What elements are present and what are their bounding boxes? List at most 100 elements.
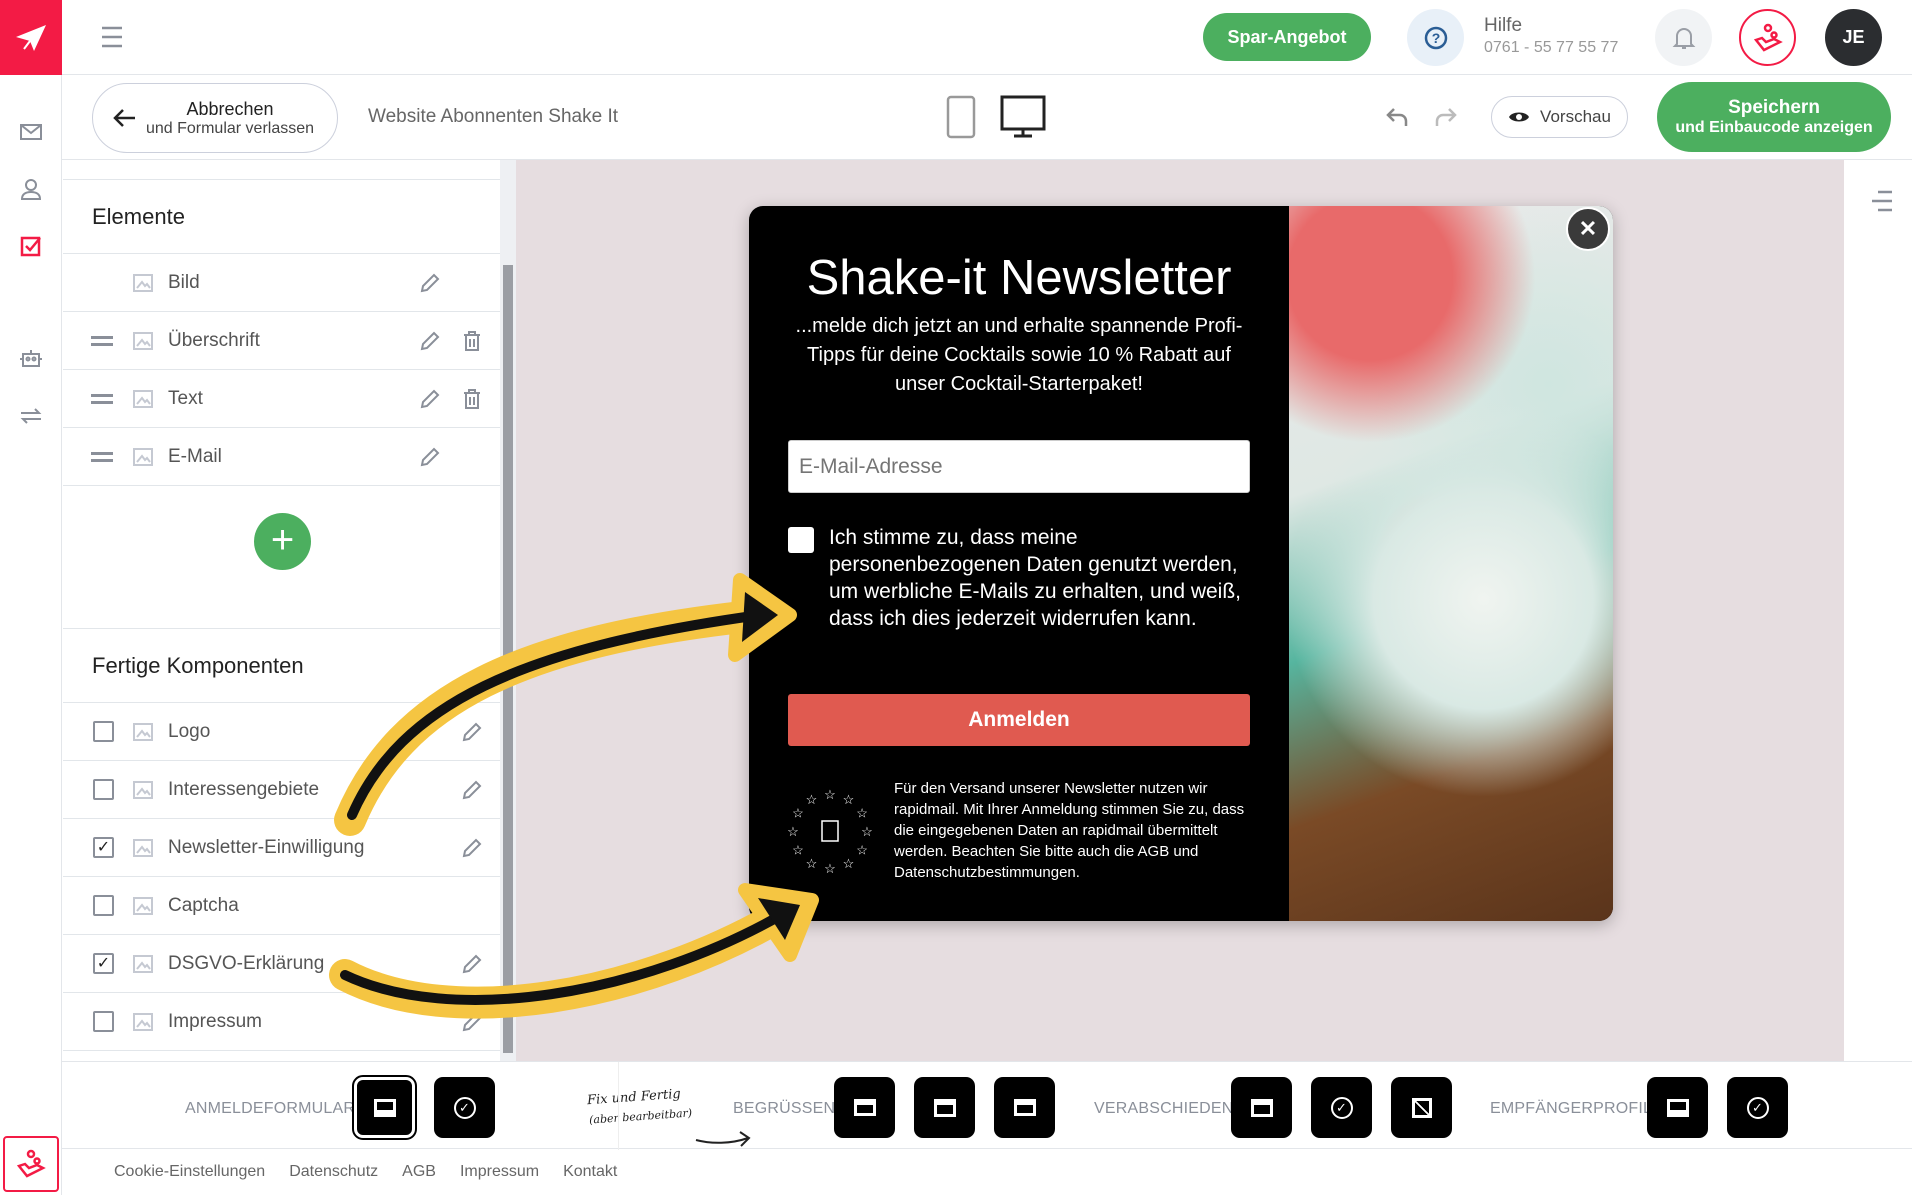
agb-link[interactable]: AGB xyxy=(1138,843,1170,860)
drag-handle-icon[interactable] xyxy=(91,393,113,404)
consent-checkbox[interactable] xyxy=(788,527,814,553)
notifications-button[interactable] xyxy=(1655,9,1712,66)
step-welcome-page-button[interactable] xyxy=(914,1077,975,1138)
component-row[interactable]: ✓ DSGVO-Erklärung xyxy=(63,935,500,993)
drag-handle-icon[interactable] xyxy=(91,451,113,462)
footer-cookie-link[interactable]: Cookie-Einstellungen xyxy=(114,1163,265,1181)
legal-text: Für den Versand unserer Newsletter nutze… xyxy=(894,778,1264,883)
star-icon: ☆ xyxy=(787,824,799,839)
cancel-button[interactable]: Abbrechen und Formular verlassen xyxy=(92,83,338,153)
offer-button[interactable]: Spar-Angebot xyxy=(1203,13,1371,61)
form-window-icon xyxy=(373,1098,396,1117)
component-label: Captcha xyxy=(168,894,239,916)
element-row[interactable]: Überschrift xyxy=(63,312,500,370)
footer-agb-link[interactable]: AGB xyxy=(402,1163,436,1181)
subscribe-button[interactable]: Anmelden xyxy=(788,694,1250,746)
component-checkbox[interactable] xyxy=(93,895,114,916)
pencil-icon[interactable] xyxy=(461,1011,483,1033)
trash-icon[interactable] xyxy=(461,388,483,410)
bell-icon xyxy=(1672,27,1695,49)
desktop-view-icon[interactable] xyxy=(1000,95,1046,139)
step-goodbye-disabled-button[interactable] xyxy=(1391,1077,1452,1138)
component-checkbox[interactable]: ✓ xyxy=(93,953,114,974)
save-button[interactable]: Speichern und Einbaucode anzeigen xyxy=(1657,82,1891,152)
component-row[interactable]: ✓ Newsletter-Einwilligung xyxy=(63,819,500,877)
user-icon[interactable] xyxy=(19,177,43,201)
popup-subtitle: ...melde dich jetzt an und erhalte spann… xyxy=(795,315,1243,395)
component-label: Logo xyxy=(168,720,211,742)
component-checkbox[interactable]: ✓ xyxy=(93,837,114,858)
star-icon: ☆ xyxy=(856,843,868,858)
step-welcome-mail-button[interactable] xyxy=(834,1077,895,1138)
check-circle-icon: ✓ xyxy=(1746,1096,1769,1119)
close-popup-button[interactable]: ✕ xyxy=(1566,207,1610,251)
app-logo[interactable] xyxy=(0,0,62,75)
pencil-icon[interactable] xyxy=(461,779,483,801)
star-icon: ☆ xyxy=(792,806,804,821)
elements-panel: Elemente Bild Überschrift Text E-Mail + … xyxy=(63,160,500,1061)
element-label: Text xyxy=(168,387,203,409)
redo-icon[interactable] xyxy=(1433,105,1457,129)
elements-heading: Elemente xyxy=(63,179,500,254)
mobile-view-icon[interactable] xyxy=(946,95,976,139)
help-phone: 0761 - 55 77 55 77 xyxy=(1484,39,1619,56)
component-checkbox[interactable] xyxy=(93,721,114,742)
component-checkbox[interactable] xyxy=(93,1011,114,1032)
undo-icon[interactable] xyxy=(1386,105,1410,129)
component-label: Impressum xyxy=(168,1010,262,1032)
avatar[interactable]: JE xyxy=(1825,9,1882,66)
save-subtitle: und Einbaucode anzeigen xyxy=(1675,119,1873,136)
pencil-icon[interactable] xyxy=(461,953,483,975)
component-row[interactable]: Interessengebiete xyxy=(63,761,500,819)
checklist-icon[interactable] xyxy=(19,234,43,258)
component-row[interactable]: Impressum xyxy=(63,993,500,1051)
element-row[interactable]: Text xyxy=(63,370,500,428)
referral-button[interactable] xyxy=(1739,9,1796,66)
components-heading: Fertige Komponenten xyxy=(63,628,500,703)
pencil-icon[interactable] xyxy=(419,388,441,410)
robot-icon[interactable] xyxy=(19,346,43,370)
pencil-icon[interactable] xyxy=(419,446,441,468)
step-signup-confirm-button[interactable]: ✓ xyxy=(434,1077,495,1138)
add-element-button[interactable]: + xyxy=(254,513,311,570)
legal-text-end: . xyxy=(1075,864,1080,881)
star-icon: ☆ xyxy=(861,824,873,839)
component-row[interactable]: Captcha xyxy=(63,877,500,935)
transfer-icon[interactable] xyxy=(19,404,43,428)
trash-icon[interactable] xyxy=(461,330,483,352)
privacy-link[interactable]: Datenschutzbestimmungen xyxy=(894,864,1076,881)
element-row[interactable]: Bild xyxy=(63,254,500,312)
component-label: DSGVO-Erklärung xyxy=(168,952,325,974)
help-button[interactable]: ? xyxy=(1407,9,1464,66)
eu-gdpr-stars-icon: ☆ ☆☆☆☆☆☆☆☆☆☆☆ xyxy=(787,787,873,876)
pencil-icon[interactable] xyxy=(419,272,441,294)
panel-scrollbar-thumb[interactable] xyxy=(503,265,513,1053)
element-row[interactable]: E-Mail xyxy=(63,428,500,486)
step-goodbye-page-button[interactable] xyxy=(1231,1077,1292,1138)
menu-toggle-icon[interactable] xyxy=(100,26,124,48)
layers-menu-icon[interactable] xyxy=(1870,190,1894,212)
email-input[interactable] xyxy=(788,440,1250,493)
mail-icon[interactable] xyxy=(19,120,43,144)
pencil-icon[interactable] xyxy=(461,837,483,859)
text-icon xyxy=(132,388,154,410)
star-icon: ☆ xyxy=(806,792,818,807)
component-row[interactable]: Logo xyxy=(63,703,500,761)
step-signup-form-button[interactable] xyxy=(352,1075,417,1140)
preview-button[interactable]: Vorschau xyxy=(1491,96,1628,138)
footer-contact-link[interactable]: Kontakt xyxy=(563,1163,617,1181)
support-button[interactable] xyxy=(3,1136,59,1192)
consent-text: Ich stimme zu, dass meine personenbezoge… xyxy=(829,526,1242,630)
footer-privacy-link[interactable]: Datenschutz xyxy=(289,1163,378,1181)
drag-handle-icon[interactable] xyxy=(91,335,113,346)
step-profile-form-button[interactable] xyxy=(1647,1077,1708,1138)
pencil-icon[interactable] xyxy=(461,721,483,743)
step-welcome-mail2-button[interactable] xyxy=(994,1077,1055,1138)
step-goodbye-confirm-button[interactable]: ✓ xyxy=(1311,1077,1372,1138)
step-profile-confirm-button[interactable]: ✓ xyxy=(1727,1077,1788,1138)
footer-imprint-link[interactable]: Impressum xyxy=(460,1163,539,1181)
component-checkbox[interactable] xyxy=(93,779,114,800)
pencil-icon[interactable] xyxy=(419,330,441,352)
divider xyxy=(618,1062,619,1150)
newsletter-popup: Shake-it Newsletter ...melde dich jetzt … xyxy=(749,206,1613,921)
